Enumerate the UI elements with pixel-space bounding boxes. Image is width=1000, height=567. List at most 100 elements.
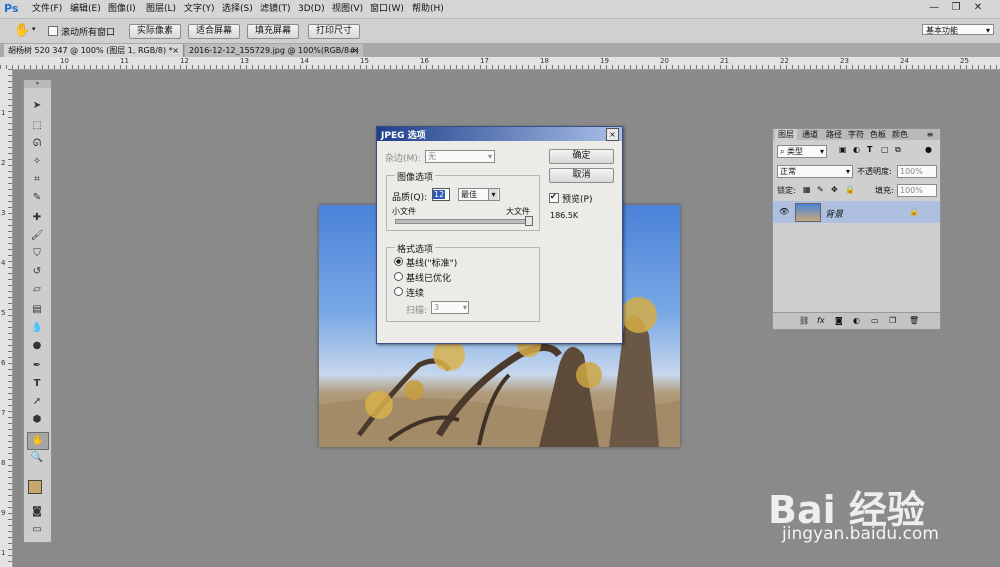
- quick-select-icon[interactable]: ✧: [27, 154, 47, 170]
- marquee-icon[interactable]: ⬚: [27, 118, 47, 134]
- shape-icon[interactable]: ⬢: [27, 412, 47, 428]
- menu-filter[interactable]: 滤镜(T): [260, 0, 291, 18]
- folder-icon[interactable]: ▭: [871, 316, 879, 325]
- close-icon[interactable]: ✕: [970, 0, 986, 16]
- tab-color[interactable]: 颜色: [889, 129, 911, 140]
- brush-icon[interactable]: 🖌: [27, 228, 47, 244]
- heal-icon[interactable]: ✚: [27, 210, 47, 226]
- filter-type-icon[interactable]: T: [867, 145, 872, 154]
- menu-window[interactable]: 窗口(W): [370, 0, 404, 18]
- minimize-icon[interactable]: —: [926, 0, 942, 16]
- print-size-button[interactable]: 打印尺寸: [308, 24, 360, 39]
- tab-character[interactable]: 字符: [845, 129, 867, 140]
- menu-type[interactable]: 文字(Y): [184, 0, 215, 18]
- collapse-icon[interactable]: »: [24, 80, 51, 88]
- scroll-all-checkbox[interactable]: [48, 26, 58, 36]
- cancel-button[interactable]: 取消: [549, 168, 614, 183]
- chevron-down-icon: ▾: [487, 152, 492, 161]
- blend-mode-select[interactable]: 正常 ▾: [777, 165, 853, 178]
- preview-checkbox[interactable]: ✔: [549, 192, 559, 203]
- radio-progressive[interactable]: [394, 287, 403, 296]
- menu-view[interactable]: 视图(V): [332, 0, 363, 18]
- tab-layers[interactable]: 图层: [775, 129, 797, 140]
- hand-icon[interactable]: ✋: [27, 432, 49, 450]
- filter-shape-icon[interactable]: ▢: [881, 145, 889, 154]
- path-select-icon[interactable]: ➚: [27, 394, 47, 410]
- lock-move-icon[interactable]: ✥: [831, 185, 838, 194]
- close-icon[interactable]: ×: [172, 44, 179, 57]
- hand-icon[interactable]: ✋: [14, 23, 30, 38]
- layer-row-background[interactable]: 👁 背景 🔒: [773, 201, 940, 223]
- mask-icon[interactable]: ◙: [835, 316, 843, 325]
- zoom-icon[interactable]: 🔍: [27, 450, 47, 466]
- ruler-label: 25: [960, 57, 969, 65]
- adjustment-icon[interactable]: ◐: [853, 316, 860, 325]
- ok-button[interactable]: 确定: [549, 149, 614, 164]
- progressive-label: 连续: [406, 289, 425, 299]
- eraser-icon[interactable]: ▱: [27, 282, 47, 298]
- filter-toggle-icon[interactable]: ●: [925, 145, 932, 154]
- link-icon[interactable]: ⛓: [799, 316, 809, 325]
- eyedropper-icon[interactable]: ✎: [27, 190, 47, 206]
- close-icon[interactable]: ×: [606, 128, 619, 141]
- new-layer-icon[interactable]: ❐: [889, 316, 896, 325]
- lock-pixels-icon[interactable]: ▦: [803, 185, 811, 194]
- lock-all-icon[interactable]: 🔒: [845, 185, 855, 194]
- layers-footer: ⛓ fx ◙ ◐ ▭ ❐ 🗑: [773, 312, 940, 329]
- lock-paint-icon[interactable]: ✎: [817, 185, 824, 194]
- fill-screen-button[interactable]: 填充屏幕: [247, 24, 299, 39]
- layer-filter-select[interactable]: ⌕ 类型 ▾: [777, 145, 827, 158]
- gradient-icon[interactable]: ▤: [27, 302, 47, 318]
- menu-3d[interactable]: 3D(D): [298, 0, 325, 18]
- workspace-value: 基本功能: [926, 26, 958, 35]
- opacity-input[interactable]: 100%: [897, 165, 937, 178]
- menu-help[interactable]: 帮助(H): [412, 0, 444, 18]
- type-icon[interactable]: T: [27, 376, 47, 392]
- quality-preset-select[interactable]: 最佳 ▾: [458, 188, 500, 201]
- chevron-down-icon[interactable]: ▾: [32, 25, 36, 33]
- panel-menu-icon[interactable]: ≡: [923, 129, 937, 140]
- tab-document-1[interactable]: 胡杨树 520 347 @ 100% (图层 1, RGB/8) * ×: [4, 44, 184, 57]
- quality-slider-thumb[interactable]: [525, 216, 533, 226]
- filter-pixel-icon[interactable]: ▣: [839, 145, 847, 154]
- quality-slider-track[interactable]: [395, 219, 531, 224]
- close-icon[interactable]: ×: [352, 44, 359, 57]
- fx-icon[interactable]: fx: [817, 316, 825, 325]
- quality-input[interactable]: 12: [432, 188, 450, 201]
- move-icon[interactable]: ➤: [27, 98, 47, 114]
- menu-file[interactable]: 文件(F): [32, 0, 62, 18]
- menu-layer[interactable]: 图层(L): [146, 0, 176, 18]
- menu-image[interactable]: 图像(I): [108, 0, 136, 18]
- radio-baseline-optimized[interactable]: [394, 272, 403, 281]
- fill-input[interactable]: 100%: [897, 184, 937, 197]
- lasso-icon[interactable]: ᘏ: [27, 136, 47, 152]
- fit-screen-button[interactable]: 适合屏幕: [188, 24, 240, 39]
- stamp-icon[interactable]: ⛉: [27, 246, 47, 262]
- screen-mode-icon[interactable]: ▭: [27, 522, 47, 538]
- matte-select[interactable]: 无 ▾: [425, 150, 495, 163]
- foreground-color-swatch[interactable]: [28, 480, 42, 494]
- eye-icon[interactable]: 👁: [779, 207, 789, 216]
- menu-select[interactable]: 选择(S): [222, 0, 253, 18]
- blur-icon[interactable]: 💧: [27, 320, 47, 336]
- ruler-label: 15: [360, 57, 369, 65]
- crop-icon[interactable]: ⌗: [27, 172, 47, 188]
- menu-edit[interactable]: 编辑(E): [70, 0, 101, 18]
- trash-icon[interactable]: 🗑: [909, 316, 919, 325]
- scan-select[interactable]: 3 ▾: [431, 301, 469, 314]
- tab-swatches[interactable]: 色板: [867, 129, 889, 140]
- radio-baseline-standard[interactable]: [394, 257, 403, 266]
- workspace-select[interactable]: 基本功能 ▾: [922, 24, 994, 35]
- history-brush-icon[interactable]: ↺: [27, 264, 47, 280]
- filter-adjust-icon[interactable]: ◐: [853, 145, 860, 154]
- dialog-titlebar[interactable]: JPEG 选项 ×: [377, 127, 622, 141]
- tab-channels[interactable]: 通道: [799, 129, 821, 140]
- tab-paths[interactable]: 路径: [823, 129, 845, 140]
- pen-icon[interactable]: ✒: [27, 358, 47, 374]
- filter-smart-icon[interactable]: ⧉: [895, 145, 901, 155]
- tab-document-2[interactable]: 2016-12-12_155729.jpg @ 100%(RGB/8#) ×: [185, 44, 363, 57]
- quick-mask-icon[interactable]: ◙: [27, 504, 47, 520]
- actual-pixels-button[interactable]: 实际像素: [129, 24, 181, 39]
- dodge-icon[interactable]: ●: [27, 338, 47, 354]
- restore-icon[interactable]: ❐: [948, 0, 964, 16]
